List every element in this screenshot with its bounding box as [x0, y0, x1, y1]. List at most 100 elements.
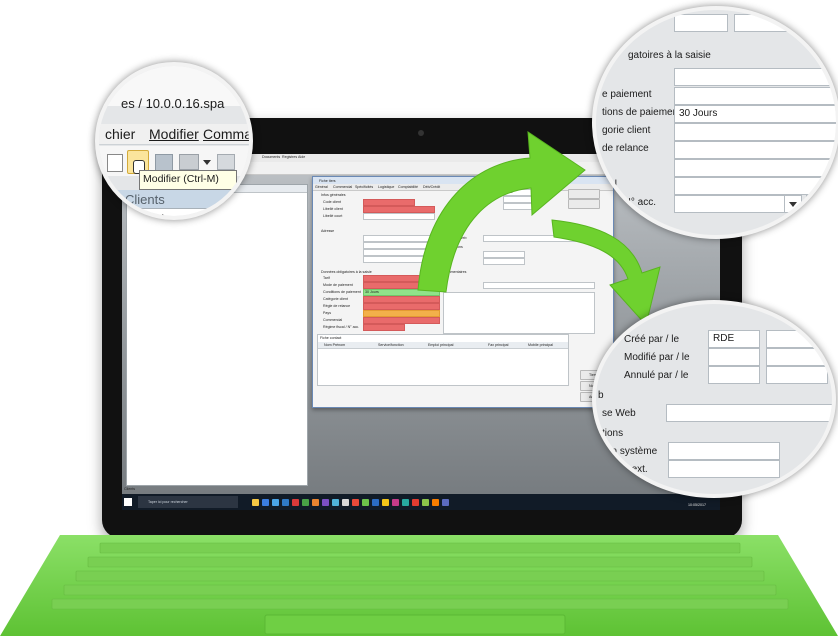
taskbar-app-icon[interactable]	[322, 499, 329, 506]
lens-annule-par-field	[708, 366, 760, 384]
menu-documents[interactable]: Documents	[262, 155, 280, 159]
label-pays-req: Pays	[323, 311, 331, 315]
lens-label-regime: ale / N° acc.	[602, 197, 657, 208]
lens-window-title: es / 10.0.0.16.spa	[121, 96, 225, 111]
dialog-title: Fiche tiers	[319, 178, 336, 183]
label-conditions: Conditions de paiement	[323, 290, 361, 294]
lens-regime-dropdown[interactable]	[784, 195, 802, 213]
lens-tarif-field[interactable]	[674, 68, 836, 86]
lens-label-conditions: tions de paiement	[602, 107, 681, 118]
lens-categorie-field[interactable]	[674, 123, 836, 141]
grid-title: Fiche contact	[320, 336, 342, 340]
lens-conditions-field[interactable]: 30 Jours	[674, 105, 836, 123]
lens-annule-date-field	[766, 366, 828, 384]
label-categorie: Catégorie client	[323, 297, 348, 301]
chevron-down-icon	[789, 202, 797, 207]
lens-label-code-systeme: en système	[606, 446, 658, 457]
contact-grid[interactable]: Fiche contact Nom Prénom Service/fonctio…	[317, 334, 569, 386]
print-icon[interactable]	[179, 154, 199, 170]
lens-adresse-web-field[interactable]	[666, 404, 832, 422]
taskbar-app-icon[interactable]	[282, 499, 289, 506]
chevron-down-icon[interactable]	[203, 160, 211, 165]
zoom-lens-required-fields: gatoires à la saisie e paiement tions de…	[592, 6, 838, 239]
lens-modifie-date-field	[766, 348, 828, 366]
lens-label-code-ext: ateur ext.	[606, 464, 648, 475]
tooltip: Modifier (Ctrl-M)	[139, 170, 237, 190]
lens-code-systeme-field[interactable]	[668, 442, 780, 460]
lock-icon	[109, 194, 118, 204]
lens-mode-paiement-field[interactable]	[674, 87, 836, 105]
lens-label-cree: Créé par / le	[624, 334, 680, 345]
tab-specificites[interactable]: Spécificités	[355, 185, 373, 189]
label-commercial: Commercial	[323, 318, 343, 322]
tab-general[interactable]: Général	[315, 185, 328, 189]
lens-top-box-2	[734, 14, 836, 32]
windows-taskbar: Taper ici pour rechercher 10:05/2017	[122, 494, 720, 510]
lens-section-informations: tions	[602, 428, 624, 439]
lens-cree-date-field	[766, 330, 828, 348]
taskbar-app-icon[interactable]	[302, 499, 309, 506]
taskbar-app-icon[interactable]	[292, 499, 299, 506]
taskbar-app-icon[interactable]	[312, 499, 319, 506]
status-bar-text: Clients	[124, 487, 135, 491]
col-fax: Fax principal	[488, 343, 509, 347]
lens-label-relance: de relance	[602, 143, 649, 154]
lens-regime-extra[interactable]	[806, 195, 828, 213]
menu-aide[interactable]: Aide	[298, 155, 305, 159]
lens-menu-modifier[interactable]: Modifier	[149, 126, 199, 142]
taskbar-app-icon[interactable]	[432, 499, 439, 506]
taskbar-app-icon[interactable]	[422, 499, 429, 506]
taskbar-app-icon[interactable]	[342, 499, 349, 506]
taskbar-app-icon[interactable]	[372, 499, 379, 506]
label-libelle-client: Libellé client	[323, 207, 343, 211]
menu-registres[interactable]: Registres	[282, 155, 297, 159]
new-document-icon[interactable]	[107, 154, 123, 172]
touchpad[interactable]	[264, 614, 566, 635]
edit-icon[interactable]	[217, 154, 235, 170]
laptop-keyboard	[0, 535, 838, 636]
col-mobile: Mobile principal	[528, 343, 553, 347]
lens-label-modifie: Modifié par / le	[624, 352, 690, 363]
col-service: Service/fonction	[378, 343, 404, 347]
lens-conditions-value: 30 Jours	[679, 108, 718, 119]
col-nom: Nom Prénom	[324, 343, 346, 347]
taskbar-app-icon[interactable]	[332, 499, 339, 506]
windows-start-icon[interactable]	[124, 498, 132, 506]
label-mode-paiement: Mode de paiement	[323, 283, 353, 287]
lens-menu-commandes[interactable]: Comma	[203, 126, 249, 142]
key-grid	[51, 542, 789, 610]
lens-relance-field[interactable]	[674, 141, 836, 159]
col-emploi: Emploi principal	[428, 343, 454, 347]
client-list-pane[interactable]	[126, 184, 308, 486]
lens-commercial-field[interactable]	[674, 177, 836, 195]
taskbar-app-icon[interactable]	[362, 499, 369, 506]
lens-label-adresse-web: se Web	[602, 408, 636, 419]
taskbar-app-icon[interactable]	[402, 499, 409, 506]
tooltip-text: Modifier (Ctrl-M)	[143, 173, 219, 185]
taskbar-app-icon[interactable]	[412, 499, 419, 506]
lens-pays-field[interactable]	[674, 159, 836, 177]
lens-code-ext-field[interactable]	[668, 460, 780, 478]
lens-cree-par-value: RDE	[713, 333, 735, 344]
taskbar-app-icon[interactable]	[382, 499, 389, 506]
lens-regime-field[interactable]	[674, 195, 786, 213]
lens-title-area: es / 10.0.0.16.spa	[99, 66, 249, 111]
taskbar-app-icon[interactable]	[262, 499, 269, 506]
lens-cree-par-field: RDE	[708, 330, 760, 348]
conditions-value: 30 Jours	[365, 290, 379, 294]
taskbar-search-box[interactable]: Taper ici pour rechercher	[138, 496, 238, 508]
lens-menu-fichier[interactable]: chier	[105, 126, 135, 142]
lens-group-title: gatoires à la saisie	[628, 50, 711, 61]
zoom-lens-record-info: Créé par / le RDE Modifié par / le Annul…	[592, 300, 836, 498]
taskbar-folder-icon[interactable]	[252, 499, 259, 506]
taskbar-app-icon[interactable]	[442, 499, 449, 506]
taskbar-app-icon[interactable]	[272, 499, 279, 506]
taskbar-app-icon[interactable]	[352, 499, 359, 506]
lens-label-commercial: cial	[602, 179, 618, 190]
lens-label-annule: Annulé par / le	[624, 370, 689, 381]
label-regime: Régime fiscal / N° acc.	[323, 325, 360, 329]
regime-field[interactable]	[363, 324, 405, 331]
tab-commercial[interactable]: Commercial	[333, 185, 352, 189]
tab-logistique[interactable]: Logistique	[378, 185, 394, 189]
taskbar-app-icon[interactable]	[392, 499, 399, 506]
